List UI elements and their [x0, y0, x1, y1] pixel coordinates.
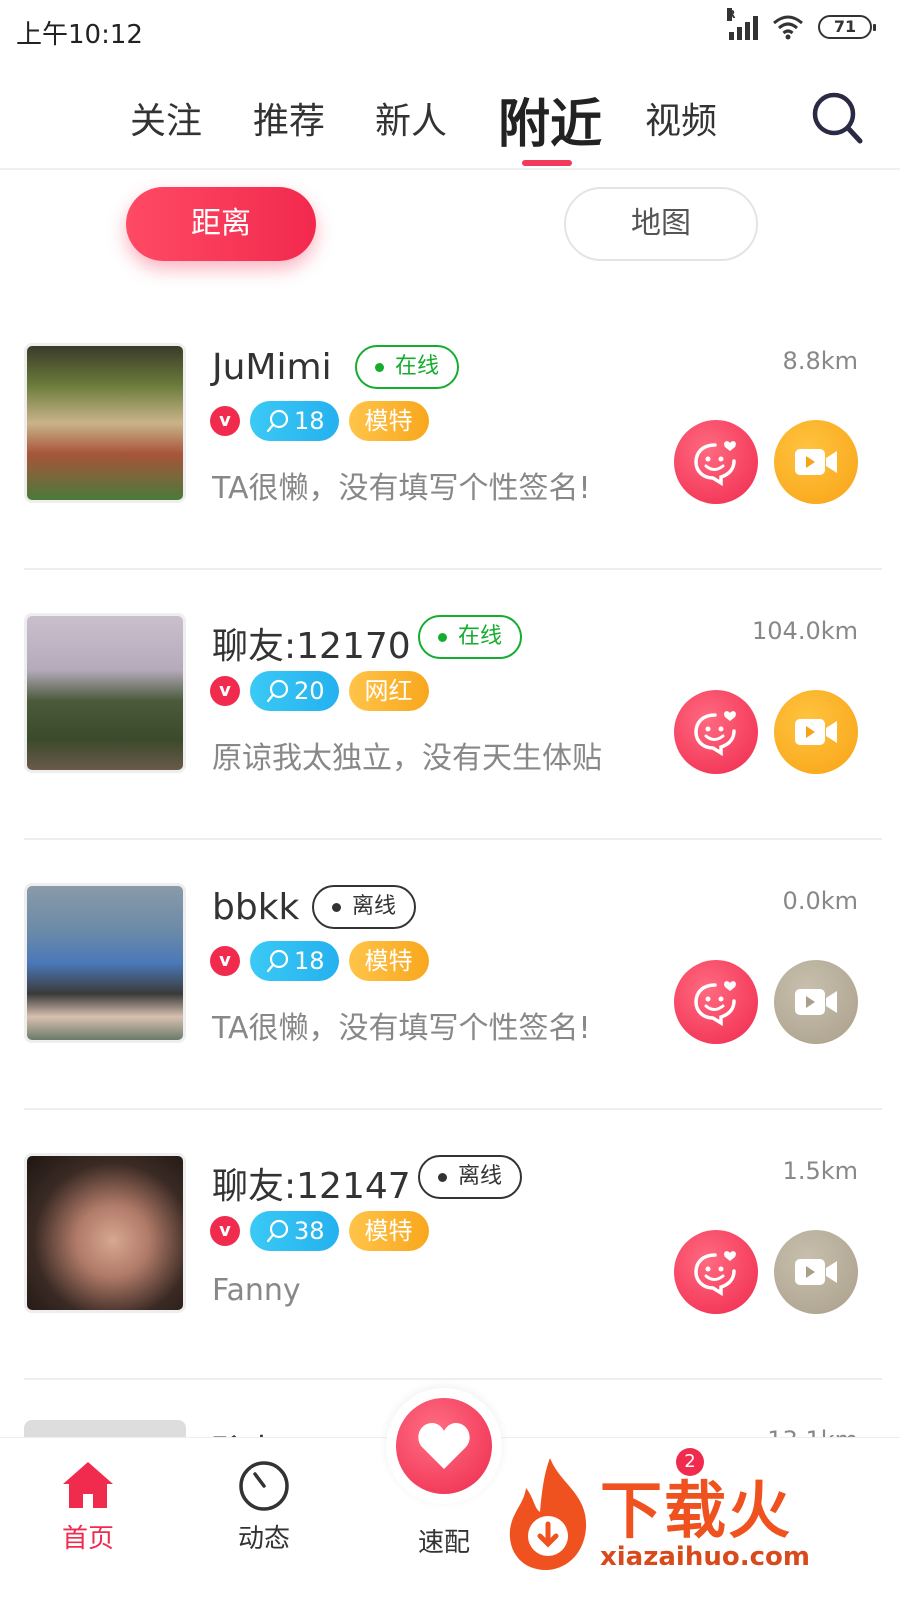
match-button[interactable] — [386, 1388, 502, 1504]
user-name: JuMimi — [212, 347, 332, 388]
tab-video[interactable]: 视频 — [645, 92, 717, 144]
distance-label: 104.0km — [752, 617, 858, 645]
user-bio: TA很懒，没有填写个性签名! — [212, 1011, 591, 1046]
watermark-brand: 下载火 — [600, 1474, 793, 1547]
video-call-button[interactable] — [774, 420, 858, 504]
count-badge: 20 — [250, 671, 339, 711]
tab-recommend[interactable]: 推荐 — [253, 92, 325, 144]
chat-button[interactable] — [674, 960, 758, 1044]
status-badge: 在线 — [418, 615, 523, 659]
status-time: 上午10:12 — [16, 20, 143, 50]
badge-group: v 20 网红 — [210, 671, 429, 711]
vip-icon: v — [210, 946, 240, 976]
video-camera-icon — [795, 449, 837, 475]
tab-newcomers[interactable]: 新人 — [375, 92, 447, 144]
avatar[interactable] — [24, 343, 186, 503]
distance-label: 8.8km — [782, 347, 858, 375]
home-icon — [63, 1462, 113, 1508]
nav-feed[interactable]: 动态 — [204, 1456, 324, 1555]
status-badge: 离线 — [312, 885, 417, 929]
user-bio: Fanny — [212, 1273, 301, 1308]
chat-button[interactable] — [674, 690, 758, 774]
distance-label: 0.0km — [782, 887, 858, 915]
status-icons: R 71 — [727, 8, 876, 40]
heart-icon — [418, 1423, 470, 1469]
list-item[interactable]: JuMimi 在线 8.8km v 18 模特 TA很懒，没有填写个性签名! — [0, 300, 900, 570]
dial-icon — [239, 1461, 289, 1511]
smile-chat-icon — [694, 981, 736, 1027]
video-call-button[interactable] — [774, 690, 858, 774]
cellular-signal-icon: R — [727, 8, 758, 40]
avatar[interactable] — [24, 883, 186, 1043]
tab-follow[interactable]: 关注 — [130, 92, 202, 144]
video-camera-icon — [795, 1259, 837, 1285]
tag-badge: 模特 — [348, 401, 429, 441]
smile-chat-icon — [694, 441, 736, 487]
active-tab-indicator — [522, 160, 572, 166]
avatar[interactable] — [24, 613, 186, 773]
smile-chat-icon — [694, 711, 736, 757]
user-name: 聊友:12170 — [212, 626, 411, 667]
avatar[interactable] — [24, 1153, 186, 1313]
video-camera-icon — [795, 719, 837, 745]
vip-icon: v — [210, 406, 240, 436]
match-label: 速配 — [417, 1528, 470, 1558]
user-name: 聊友:12147 — [212, 1166, 411, 1207]
list-item[interactable]: bbkk 离线 0.0km v 18 模特 TA很懒，没有填写个性签名! — [0, 840, 900, 1110]
list-item[interactable]: 聊友:12170 在线 104.0km v 20 网红 原谅我太独立，没有天生体… — [0, 570, 900, 840]
tag-badge: 模特 — [348, 1211, 429, 1251]
nearby-user-list: JuMimi 在线 8.8km v 18 模特 TA很懒，没有填写个性签名! 聊… — [0, 300, 900, 1380]
badge-group: v 38 模特 — [210, 1211, 429, 1251]
badge-group: v 18 模特 — [210, 401, 429, 441]
user-bio: TA很懒，没有填写个性签名! — [212, 471, 591, 506]
status-badge: 在线 — [355, 345, 460, 389]
watermark-url: xiazaihuo.com — [600, 1542, 810, 1572]
smile-chat-icon — [694, 1251, 736, 1297]
count-badge: 38 — [250, 1211, 339, 1251]
status-badge: 离线 — [418, 1155, 523, 1199]
count-badge: 18 — [250, 941, 339, 981]
fire-logo-icon — [509, 1458, 587, 1570]
badge-group: v 18 模特 — [210, 941, 429, 981]
tag-badge: 模特 — [348, 941, 429, 981]
chat-bubble-icon — [266, 949, 289, 973]
video-call-button[interactable] — [774, 960, 858, 1044]
chat-bubble-icon — [266, 409, 289, 433]
chat-button[interactable] — [674, 420, 758, 504]
watermark-logo: 2 下载火 xiazaihuo.com — [500, 1446, 880, 1596]
map-view-button[interactable]: 地图 — [564, 187, 758, 261]
status-bar: 上午10:12 R 71 — [0, 0, 900, 60]
chat-bubble-icon — [266, 1219, 289, 1243]
list-item[interactable]: 聊友:12147 离线 1.5km v 38 模特 Fanny — [0, 1110, 900, 1380]
bottom-nav: 首页 动态 速配 2 下载火 xiazaihuo.com — [0, 1388, 900, 1600]
nav-home[interactable]: 首页 — [28, 1456, 148, 1555]
tab-nearby[interactable]: 附近 — [498, 82, 602, 157]
video-call-button[interactable] — [774, 1230, 858, 1314]
sort-by-distance-button[interactable]: 距离 — [126, 187, 316, 261]
user-bio: 原谅我太独立，没有天生体贴 — [212, 741, 602, 776]
distance-label: 1.5km — [782, 1157, 858, 1185]
wifi-icon — [773, 15, 803, 40]
video-camera-icon — [795, 989, 837, 1015]
battery-icon: 71 — [818, 15, 876, 39]
chat-button[interactable] — [674, 1230, 758, 1314]
vip-icon: v — [210, 676, 240, 706]
vip-icon: v — [210, 1216, 240, 1246]
chat-bubble-icon — [266, 679, 289, 703]
count-badge: 18 — [250, 401, 339, 441]
user-name: bbkk — [212, 887, 300, 928]
search-icon[interactable] — [810, 90, 864, 146]
tag-badge: 网红 — [348, 671, 429, 711]
top-tab-bar: 关注 推荐 新人 附近 视频 — [0, 60, 900, 170]
